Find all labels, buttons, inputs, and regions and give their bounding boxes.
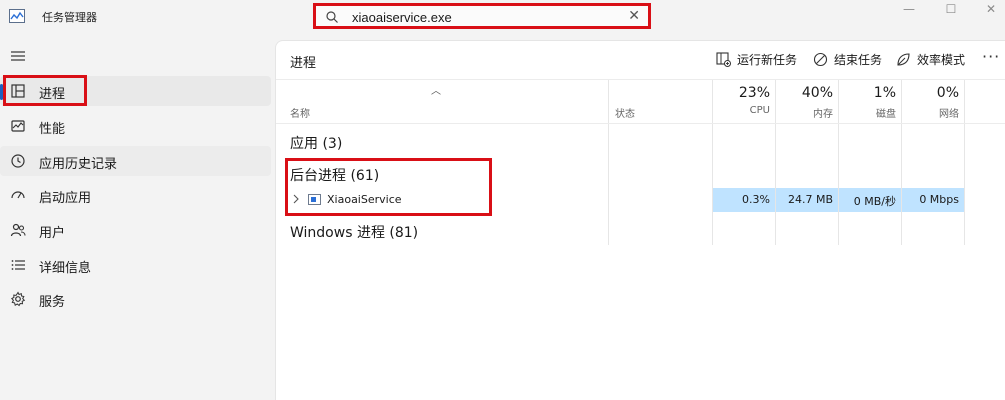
- end-task-label: 结束任务: [834, 52, 883, 67]
- network-usage-total: 0%: [936, 85, 959, 101]
- group-header-apps[interactable]: 应用 (3): [290, 133, 342, 153]
- network-column-label: 网络: [939, 109, 959, 120]
- gear-icon: [10, 291, 26, 307]
- sidebar-item-startup-apps[interactable]: 启动应用: [0, 180, 271, 210]
- sidebar-item-app-history[interactable]: 应用历史记录: [0, 146, 271, 176]
- column-divider: [608, 80, 609, 245]
- highlight-box-background-process: [285, 158, 492, 216]
- sidebar-item-services[interactable]: 服务: [0, 284, 271, 314]
- sidebar-item-label: 详细信息: [39, 261, 92, 276]
- column-divider: [964, 80, 965, 245]
- sidebar-item-performance[interactable]: 性能: [0, 111, 271, 141]
- process-disk: 0 MB/秒: [853, 195, 896, 208]
- details-list-icon: [11, 260, 25, 270]
- users-icon: [10, 223, 26, 237]
- history-icon: [11, 154, 25, 168]
- divider: [276, 79, 1005, 80]
- column-divider: [775, 80, 776, 245]
- efficiency-mode-button[interactable]: 效率模式: [896, 50, 965, 68]
- sidebar-item-details[interactable]: 详细信息: [0, 250, 271, 280]
- more-options-button[interactable]: ···: [982, 47, 1000, 66]
- header-divider: [276, 123, 1005, 124]
- sidebar-item-label: 应用历史记录: [39, 157, 118, 172]
- cpu-column-label: CPU: [749, 105, 770, 116]
- sort-ascending-icon[interactable]: ︿: [431, 82, 441, 97]
- processes-panel: 进程 运行新任务 结束任务 效率模式 ··· ︿ 名称 状态 23% CPU 4…: [275, 40, 1005, 400]
- sidebar-item-users[interactable]: 用户: [0, 215, 271, 245]
- search-box[interactable]: ✕: [313, 3, 651, 29]
- run-new-task-button[interactable]: 运行新任务: [716, 50, 797, 68]
- column-divider: [901, 80, 902, 245]
- sidebar-item-label: 服务: [39, 295, 66, 310]
- column-divider: [712, 80, 713, 245]
- leaf-icon: [897, 52, 910, 66]
- process-cpu: 0.3%: [742, 193, 770, 206]
- page-title: 进程: [290, 56, 317, 71]
- speedometer-icon: [11, 191, 25, 199]
- maximize-button[interactable]: ☐: [939, 2, 963, 16]
- memory-column-label: 内存: [813, 109, 833, 120]
- column-header-status[interactable]: 状态: [615, 105, 635, 120]
- performance-icon: [11, 120, 25, 132]
- group-header-windows[interactable]: Windows 进程 (81): [290, 222, 418, 242]
- sidebar-item-label: 启动应用: [39, 191, 92, 206]
- cpu-usage-total: 23%: [738, 85, 770, 101]
- title-bar: 任务管理器 ✕ — ☐ ✕: [0, 0, 1005, 36]
- end-task-icon: [813, 52, 828, 66]
- minimize-button[interactable]: —: [897, 2, 921, 16]
- column-header-name[interactable]: 名称: [290, 105, 310, 120]
- memory-usage-total: 40%: [801, 85, 833, 101]
- close-button[interactable]: ✕: [979, 2, 1003, 16]
- end-task-button[interactable]: 结束任务: [813, 50, 882, 68]
- column-divider: [838, 80, 839, 245]
- sidebar-item-label: 性能: [39, 122, 66, 137]
- process-network: 0 Mbps: [919, 193, 959, 206]
- task-manager-icon: [9, 9, 25, 23]
- run-new-task-label: 运行新任务: [737, 52, 798, 67]
- efficiency-mode-label: 效率模式: [917, 52, 966, 67]
- run-task-icon: [716, 51, 731, 67]
- highlight-box-processes: [3, 75, 87, 106]
- window-title: 任务管理器: [42, 11, 97, 24]
- disk-usage-total: 1%: [873, 85, 896, 101]
- search-icon: [326, 11, 338, 23]
- clear-search-icon[interactable]: ✕: [628, 7, 640, 25]
- process-memory: 24.7 MB: [787, 193, 833, 206]
- menu-icon[interactable]: [10, 49, 26, 63]
- search-input[interactable]: [352, 8, 622, 26]
- disk-column-label: 磁盘: [876, 109, 896, 120]
- sidebar-item-label: 用户: [39, 226, 66, 241]
